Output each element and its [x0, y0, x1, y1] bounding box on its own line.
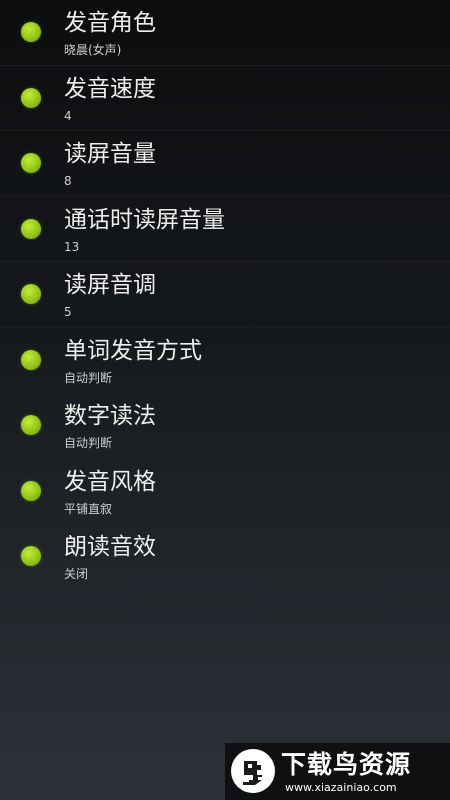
- setting-title: 通话时读屏音量: [64, 206, 225, 233]
- setting-item-speech-speed[interactable]: 发音速度 4: [0, 66, 450, 131]
- setting-title: 读屏音量: [64, 141, 156, 167]
- setting-value: 4: [64, 108, 72, 123]
- setting-value: 5: [64, 305, 72, 319]
- setting-item-call-reader-volume[interactable]: 通话时读屏音量 13: [0, 197, 450, 262]
- setting-value: 晓晨(女声): [64, 43, 122, 57]
- setting-title: 单词发音方式: [64, 337, 202, 364]
- status-dot-icon: [21, 22, 41, 42]
- settings-list: 发音角色 晓晨(女声) 发音速度 4 读屏音量 8 通话时读屏音量 13 读屏音…: [0, 0, 450, 590]
- setting-item-reading-effect[interactable]: 朗读音效 关闭: [0, 524, 450, 590]
- status-dot-icon: [21, 349, 41, 370]
- watermark-banner: 下载鸟资源 www.xiazainiao.com: [225, 743, 450, 800]
- bird-icon: [231, 749, 275, 793]
- setting-value: 平铺直叙: [64, 501, 113, 516]
- watermark-name: 下载鸟资源: [281, 750, 412, 779]
- status-dot-icon: [21, 87, 41, 108]
- setting-item-reader-pitch[interactable]: 读屏音调 5: [0, 262, 450, 328]
- setting-item-word-pronunciation[interactable]: 单词发音方式 自动判断: [0, 328, 450, 393]
- status-dot-icon: [21, 284, 41, 304]
- setting-value: 关闭: [64, 567, 89, 581]
- setting-item-speech-style[interactable]: 发音风格 平铺直叙: [0, 459, 450, 524]
- status-dot-icon: [21, 415, 41, 435]
- setting-title: 读屏音调: [64, 272, 156, 298]
- setting-title: 发音速度: [64, 75, 156, 102]
- setting-title: 发音角色: [64, 10, 156, 36]
- setting-title: 数字读法: [64, 403, 156, 429]
- setting-title: 发音风格: [64, 468, 156, 495]
- status-dot-icon: [21, 218, 41, 239]
- setting-value: 13: [64, 239, 80, 254]
- setting-title: 朗读音效: [64, 534, 156, 560]
- setting-item-voice-role[interactable]: 发音角色 晓晨(女声): [0, 0, 450, 66]
- setting-item-number-reading[interactable]: 数字读法 自动判断: [0, 393, 450, 459]
- setting-value: 自动判断: [64, 370, 113, 385]
- status-dot-icon: [21, 480, 41, 501]
- status-dot-icon: [21, 546, 41, 566]
- watermark-url: www.xiazainiao.com: [285, 781, 397, 794]
- status-dot-icon: [21, 153, 41, 173]
- setting-item-reader-volume[interactable]: 读屏音量 8: [0, 131, 450, 197]
- setting-value: 8: [64, 174, 72, 188]
- setting-value: 自动判断: [64, 436, 113, 450]
